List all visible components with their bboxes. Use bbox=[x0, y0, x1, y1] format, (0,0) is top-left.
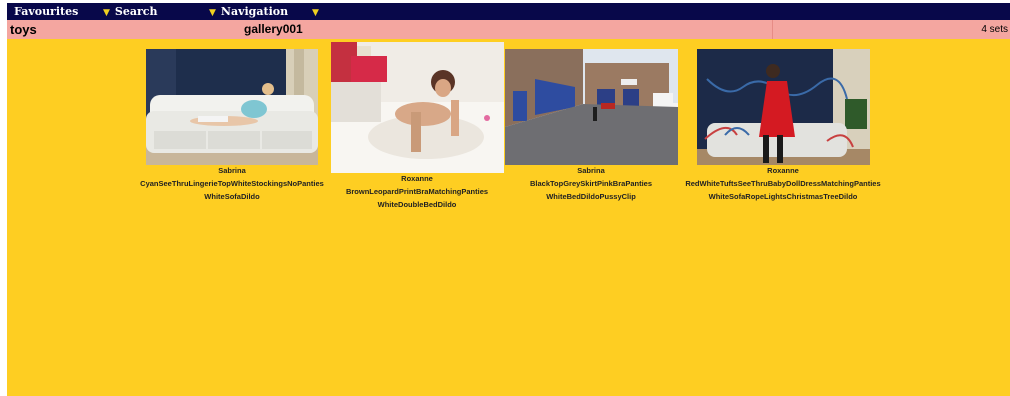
nav-navigation[interactable]: ▼ Navigation bbox=[209, 3, 288, 20]
page: Favourites ▼ Search ▼ Navigation ▼ toys ga… bbox=[0, 0, 1010, 396]
nav-end-arrow[interactable]: ▼ bbox=[312, 3, 324, 20]
set-description: WhiteSofaRopeLightsChristmasTreeDildo bbox=[708, 192, 858, 201]
set-count: 4 sets bbox=[981, 24, 1008, 35]
thumbnail-image bbox=[505, 49, 678, 165]
gallery-thumbnail-4[interactable] bbox=[697, 49, 870, 165]
category-title: toys bbox=[10, 22, 37, 37]
dropdown-arrow-icon[interactable]: ▼ bbox=[209, 8, 216, 18]
set-description: WhiteSofaDildo bbox=[204, 192, 260, 201]
dropdown-arrow-icon[interactable]: ▼ bbox=[312, 8, 319, 18]
set-description: BlackTopGreySkirtPinkBraPanties bbox=[530, 179, 652, 188]
model-name: Roxanne bbox=[767, 166, 799, 175]
gallery-thumbnail-3[interactable] bbox=[505, 49, 678, 165]
gallery-name: gallery001 bbox=[244, 22, 303, 36]
nav-favourites-label: Favourites bbox=[14, 5, 79, 18]
gallery-caption-3[interactable]: Sabrina BlackTopGreySkirtPinkBraPanties … bbox=[491, 164, 691, 203]
thumbnail-image bbox=[331, 42, 504, 173]
gallery-caption-1[interactable]: Sabrina CyanSeeThruLingerieTopWhiteStock… bbox=[132, 164, 332, 203]
thumbnail-image bbox=[697, 49, 870, 165]
gallery-thumbnail-2[interactable] bbox=[331, 42, 504, 173]
nav-search[interactable]: ▼ Search bbox=[103, 3, 157, 20]
nav-navigation-label: Navigation bbox=[220, 5, 289, 18]
gallery-caption-2[interactable]: Roxanne BrownLeopardPrintBraMatchingPant… bbox=[317, 172, 517, 211]
gallery-title-bar: toys gallery001 4 sets bbox=[7, 20, 1010, 39]
nav-search-label: Search bbox=[114, 5, 158, 18]
model-name: Sabrina bbox=[218, 166, 246, 175]
thumbnail-image bbox=[146, 49, 318, 165]
set-description: CyanSeeThruLingerieTopWhiteStockingsNoPa… bbox=[140, 179, 324, 188]
set-description: WhiteDoubleBedDildo bbox=[377, 200, 457, 209]
nav-favourites[interactable]: Favourites bbox=[14, 3, 78, 20]
gallery-caption-4[interactable]: Roxanne RedWhiteTuftsSeeThruBabyDollDres… bbox=[683, 164, 883, 203]
title-divider bbox=[772, 20, 773, 39]
set-description: RedWhiteTuftsSeeThruBabyDollDressMatchin… bbox=[685, 179, 881, 188]
model-name: Sabrina bbox=[577, 166, 605, 175]
set-description: WhiteBedDildoPussyClip bbox=[546, 192, 636, 201]
top-navigation-bar: Favourites ▼ Search ▼ Navigation ▼ bbox=[7, 3, 1010, 20]
dropdown-arrow-icon[interactable]: ▼ bbox=[103, 8, 110, 18]
model-name: Roxanne bbox=[401, 174, 433, 183]
set-description: BrownLeopardPrintBraMatchingPanties bbox=[345, 187, 489, 196]
gallery-thumbnail-1[interactable] bbox=[146, 49, 318, 165]
